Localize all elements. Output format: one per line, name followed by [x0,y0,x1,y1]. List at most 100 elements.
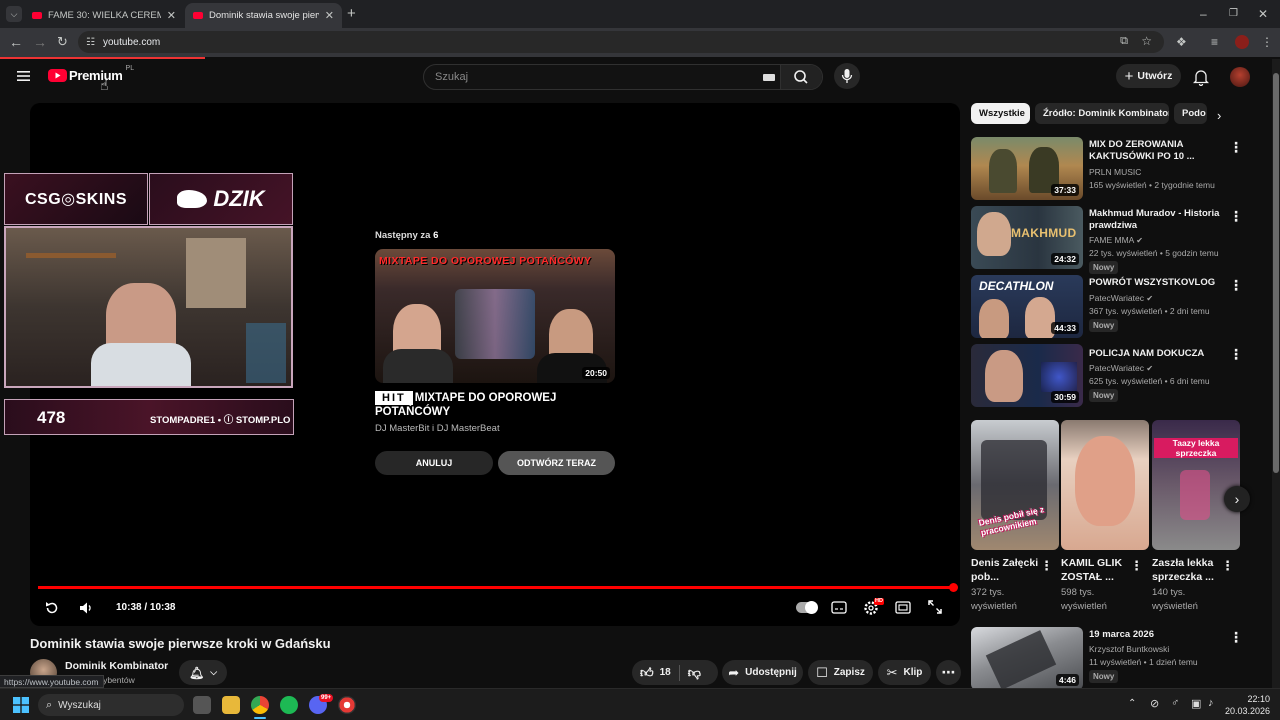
recommendation-item[interactable]: 30:59 POLICJA NAM DOKUCZA PatecWariatec … [971,344,1251,408]
more-options-icon[interactable]: ⋮ [1229,629,1243,646]
profile-avatar-icon[interactable] [1235,35,1249,49]
clip-button[interactable]: ✂ Klip [878,660,931,685]
install-icon[interactable]: ⧉ [1120,35,1128,48]
video-thumbnail[interactable]: DECATHLON 44:33 [971,275,1083,338]
chip-all[interactable]: Wszystkie [971,103,1030,124]
network-icon[interactable]: ▣ [1191,697,1201,710]
next-video-thumbnail[interactable]: MIXTAPE DO OPOROWEJ POTAŃCÓWY 20:50 [375,249,615,383]
tray-chevron-icon[interactable]: ⌃ [1128,698,1136,709]
channel-name[interactable]: Dominik Kombinator [65,660,168,672]
more-options-icon[interactable]: ⋮ [1229,346,1243,363]
forward-icon[interactable]: → [33,35,47,49]
spotify-icon[interactable] [280,696,298,714]
short-title[interactable]: KAMIL GLIK ZOSTAŁ ... [1061,556,1131,584]
video-title[interactable]: Makhmud Muradov - Historia prawdziwa [1089,208,1224,232]
miniplayer-icon[interactable] [895,601,911,614]
shorts-next-button[interactable]: › [1224,486,1250,512]
video-thumbnail[interactable]: 4:46 [971,627,1083,690]
menu-hamburger-icon[interactable] [17,70,30,82]
more-options-icon[interactable]: ⋮ [1229,208,1243,225]
chip-related[interactable]: Podo [1174,103,1207,124]
tab-dominik[interactable]: Dominik stawia swoje pierwsze ✕ [185,3,342,28]
scrubber-handle[interactable] [949,583,958,592]
more-options-icon[interactable]: ⋮ [1221,558,1234,574]
windows-start-icon[interactable] [13,697,29,713]
keyboard-icon[interactable] [763,74,775,81]
chrome-menu-icon[interactable]: ⋮ [1261,35,1273,49]
chrome-icon[interactable] [251,696,269,714]
scrollbar-thumb[interactable] [1273,73,1279,473]
short-title[interactable]: Zaszła lekka sprzeczka ... [1152,556,1222,584]
recommendation-item[interactable]: 37:33 MIX DO ZEROWANIA KAKTUSÓWKI PO 10 … [971,137,1251,201]
recommendation-item[interactable]: DECATHLON 44:33 POWRÓT WSZYSTKOVLOG Pate… [971,275,1251,339]
system-clock[interactable]: 22:10 20.03.2026 [1225,693,1270,717]
short-thumbnail[interactable] [1061,420,1149,550]
video-title[interactable]: 19 marca 2026 [1089,629,1224,641]
share-button[interactable]: ➦ Udostępnij [722,660,803,685]
subscribed-bell-button[interactable]: 🔔︎ ⌵ [179,660,227,685]
youtube-premium-logo[interactable]: Premium PL [48,65,134,83]
channel-name[interactable]: PatecWariatec ✔ [1089,293,1153,303]
short-thumbnail[interactable]: Taazy lekka sprzeczka [1152,420,1240,550]
media-control-icon[interactable]: ≡ [1211,35,1218,49]
chip-source-channel[interactable]: Źródło: Dominik Kombinator [1035,103,1169,124]
back-icon[interactable]: ← [9,35,23,49]
replay-icon[interactable] [44,600,60,616]
user-avatar[interactable] [1230,67,1250,87]
volume-icon[interactable] [78,600,94,616]
like-button[interactable]: 👍︎ 18 [640,665,671,681]
notifications-bell-icon[interactable] [1193,68,1209,86]
short-item[interactable]: Taazy lekka sprzeczka Zaszła lekka sprze… [1152,420,1240,614]
more-options-icon[interactable]: ⋮ [1229,277,1243,294]
video-title[interactable]: MIX DO ZEROWANIA KAKTUSÓWKI PO 10 ... [1089,139,1224,163]
tab-search-icon[interactable]: ⌵ [6,6,22,22]
short-title[interactable]: Denis Załęcki pob... [971,556,1041,584]
video-thumbnail[interactable]: 30:59 [971,344,1083,407]
video-title[interactable]: POLICJA NAM DOKUCZA [1089,348,1224,360]
page-scrollbar[interactable] [1272,59,1280,688]
next-video-title-row[interactable]: HIT MIXTAPE DO OPOROWEJ POTAŃCÓWY [375,391,605,419]
close-window-icon[interactable]: ✕ [1258,7,1268,21]
save-button[interactable]: ☐ Zapisz [808,660,873,685]
file-explorer-icon[interactable] [222,696,240,714]
fullscreen-icon[interactable] [928,600,942,614]
minimize-icon[interactable]: – [1200,7,1207,21]
more-options-icon[interactable]: ⋮ [1130,558,1143,574]
restore-icon[interactable]: ❐ [1229,7,1238,21]
tray-app-icon[interactable]: ⊘ [1150,697,1159,710]
short-item[interactable]: KAMIL GLIK ZOSTAŁ ... 598 tys. wyświetle… [1061,420,1149,614]
play-now-button[interactable]: ODTWÓRZ TERAZ [498,451,615,475]
tray-mic-icon[interactable]: ♂ [1171,697,1179,709]
short-thumbnail[interactable]: Denis pobił się z pracownikiem [971,420,1059,550]
close-tab-icon[interactable]: ✕ [325,9,334,22]
taskbar-search[interactable]: ⌕ Wyszukaj [38,694,184,716]
bookmark-star-icon[interactable]: ☆ [1141,34,1152,48]
search-box[interactable]: Szukaj [423,64,823,90]
search-button[interactable] [780,65,822,89]
new-tab-icon[interactable]: + [347,6,356,21]
voice-search-button[interactable] [834,63,860,89]
reload-icon[interactable]: ↻ [57,35,68,49]
close-tab-icon[interactable]: ✕ [167,9,176,22]
speaker-icon[interactable]: ♪ [1208,697,1214,709]
chips-next-arrow-icon[interactable]: › [1217,108,1221,123]
search-input[interactable]: Szukaj [435,71,468,83]
channel-name[interactable]: Krzysztof Buntkowski [1089,644,1169,654]
progress-bar[interactable] [38,583,958,592]
subtitles-icon[interactable] [831,601,847,614]
channel-name[interactable]: PatecWariatec ✔ [1089,363,1153,373]
video-thumbnail[interactable]: MAKHMUD 24:32 [971,206,1083,269]
recommendation-item[interactable]: MAKHMUD 24:32 Makhmud Muradov - Historia… [971,206,1251,274]
create-button[interactable]: + Utwórz [1116,64,1181,88]
app-icon[interactable] [338,696,356,714]
cancel-autoplay-button[interactable]: ANULUJ [375,451,493,475]
channel-name[interactable]: FAME MMA ✔ [1089,235,1143,245]
more-actions-button[interactable]: ⋯ [936,660,961,685]
short-item[interactable]: Denis pobił się z pracownikiem Denis Zał… [971,420,1059,614]
video-thumbnail[interactable]: 37:33 [971,137,1083,200]
tab-fame[interactable]: FAME 30: WIELKA CEREMONIA ✕ [24,3,184,28]
channel-name[interactable]: PRLN MUSIC [1089,167,1141,177]
more-options-icon[interactable]: ⋮ [1229,139,1243,156]
url-field[interactable]: ☷ youtube.com ⧉ ☆ [78,31,1164,53]
task-view-icon[interactable] [193,696,211,714]
